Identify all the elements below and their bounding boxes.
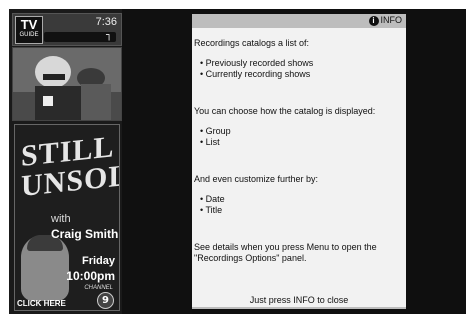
tv-screen: TV GUIDE 7:36 ┐ STILL UNSOLVED with Crai… <box>9 9 466 314</box>
intro-text: Recordings catalogs a list of: <box>194 38 310 48</box>
close-hint: Just press INFO to close <box>249 295 349 305</box>
promo-banner[interactable]: STILL UNSOLVED with Craig Smith Friday 1… <box>14 124 120 311</box>
left-sidebar: TV GUIDE 7:36 ┐ STILL UNSOLVED with Crai… <box>9 9 122 314</box>
list-item: Previously recorded shows <box>194 58 402 69</box>
promo-day: Friday <box>81 255 115 267</box>
status-subbar: ┐ <box>44 30 116 42</box>
list-item: Currently recording shows <box>194 69 402 80</box>
info-panel: iINFO Recordings catalogs a list of: Pre… <box>192 14 406 309</box>
right-background <box>406 9 466 314</box>
host-photo <box>21 235 69 301</box>
promo-host-name: Craig Smith <box>51 227 119 241</box>
panel-bottom-strip <box>192 307 406 309</box>
tv-guide-logo: TV GUIDE <box>15 16 43 44</box>
list-item: List <box>194 137 402 148</box>
clock: 7:36 <box>95 16 117 28</box>
logo-guide: GUIDE <box>19 32 39 38</box>
details-text: See details when you press Menu to open … <box>194 242 377 263</box>
promo-with: with <box>51 213 71 225</box>
video-preview[interactable] <box>12 47 122 121</box>
background-area <box>122 9 192 314</box>
corner-glyph-icon: ┐ <box>105 30 112 41</box>
list-item: Date <box>194 194 402 205</box>
info-label: INFO <box>380 15 403 25</box>
click-here-link[interactable]: CLICK HERE <box>17 299 66 308</box>
list-item: Title <box>194 205 402 216</box>
football-player-image <box>13 48 121 120</box>
panel-header: i INFO <box>192 14 406 28</box>
list-item: Group <box>194 126 402 137</box>
choose-text: You can choose how the catalog is displa… <box>194 106 376 116</box>
top-status-bar: TV GUIDE 7:36 ┐ <box>12 13 122 46</box>
info-button[interactable]: i INFO <box>368 15 403 26</box>
logo-tv: TV <box>20 17 38 32</box>
promo-time: 10:00pm <box>66 269 115 283</box>
channel-number-badge: 9 <box>97 292 114 309</box>
promo-title: STILL UNSOLVED <box>21 125 119 203</box>
channel-label: CHANNEL <box>84 285 113 291</box>
info-icon: i <box>368 16 379 26</box>
panel-body: Recordings catalogs a list of: Previousl… <box>194 38 402 264</box>
customize-text: And even customize further by: <box>194 174 319 184</box>
